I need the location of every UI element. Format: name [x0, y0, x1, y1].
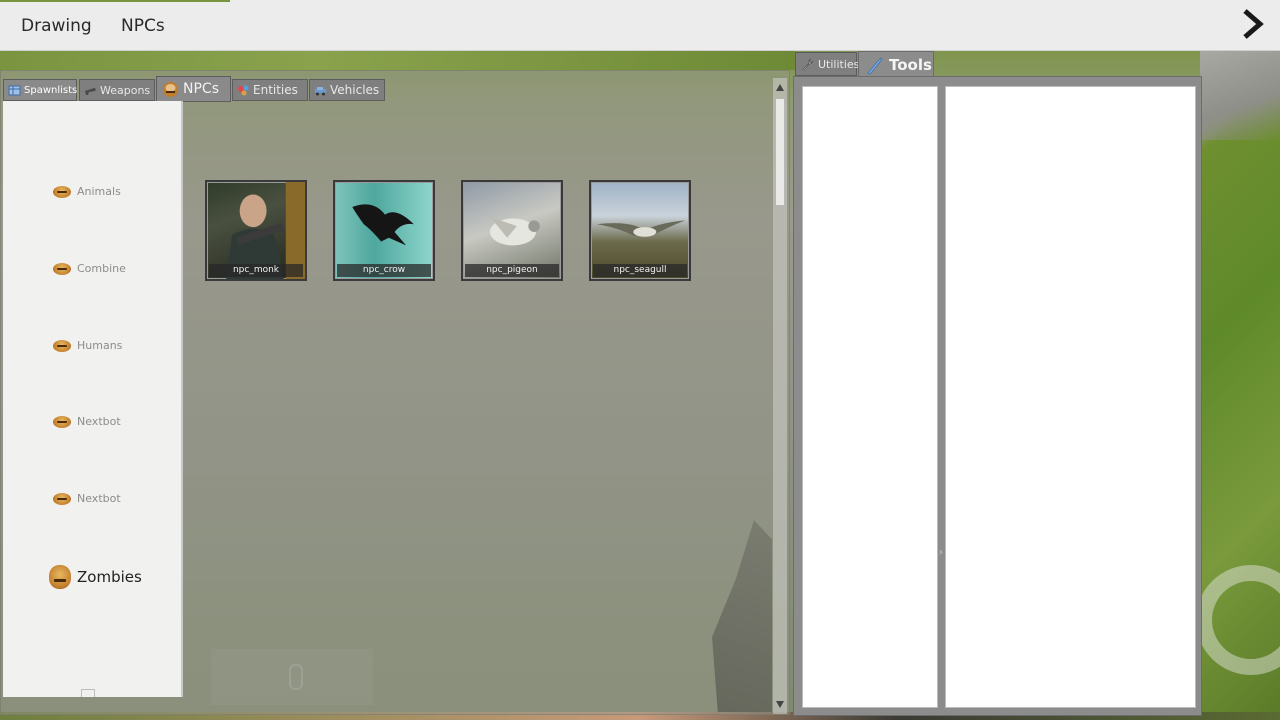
tool-panel: Utilities Tools › — [793, 51, 1202, 716]
tool-body: › — [793, 76, 1202, 716]
tab-vehicles[interactable]: Vehicles — [309, 79, 385, 101]
scroll-thumb[interactable] — [775, 98, 785, 206]
npc-face-icon — [163, 82, 178, 97]
category-item-nextbot-2[interactable]: Nextbot — [53, 492, 121, 505]
npc-icon-crow[interactable]: npc_crow — [333, 180, 435, 281]
category-label: Combine — [77, 262, 126, 275]
npc-icon-grid: npc_monk npc_crow npc_pigeon npc_seagull — [185, 101, 765, 711]
npc-face-icon — [49, 565, 71, 589]
menu-accent-line — [0, 0, 230, 2]
tab-entities[interactable]: Entities — [232, 79, 308, 101]
menu-item-npcs[interactable]: NPCs — [121, 16, 165, 36]
npc-icon-seagull[interactable]: npc_seagull — [589, 180, 691, 281]
wrench-icon — [802, 58, 814, 71]
tab-label: Weapons — [100, 83, 151, 97]
menu-item-drawing[interactable]: Drawing — [21, 16, 92, 36]
ghost-icon — [289, 664, 303, 690]
category-item-humans[interactable]: Humans — [53, 339, 122, 352]
category-label: Nextbot — [77, 492, 121, 505]
tab-label: Vehicles — [330, 83, 380, 97]
npc-label: npc_crow — [337, 264, 431, 277]
menu-bar: Drawing NPCs — [0, 0, 1280, 51]
category-item-combine[interactable]: Combine — [53, 262, 126, 275]
tab-utilities[interactable]: Utilities — [795, 52, 860, 76]
background-grass — [0, 50, 795, 70]
background-road — [1200, 50, 1280, 140]
npc-face-icon — [53, 262, 71, 275]
npc-face-icon — [53, 339, 71, 352]
npc-label: npc_monk — [209, 264, 303, 277]
category-label: Nextbot — [77, 415, 121, 428]
weapon-icon — [85, 88, 96, 95]
tool-properties[interactable] — [945, 86, 1196, 708]
category-item-nextbot[interactable]: Nextbot — [53, 415, 121, 428]
tab-label: Entities — [253, 83, 298, 97]
npc-label: npc_seagull — [593, 264, 687, 277]
npc-category-list: Animals Combine Humans Nextbot Nextbot Z… — [3, 101, 183, 697]
spawn-menu-panel: Spawnlists Weapons NPCs Entities Vehicle… — [0, 70, 790, 715]
npc-face-icon — [53, 492, 71, 505]
spawnlist-icon — [8, 85, 21, 96]
entities-icon — [238, 85, 249, 96]
category-item-animals[interactable]: Animals — [53, 185, 121, 198]
tab-label: Utilities — [818, 57, 860, 71]
tab-spawnlists[interactable]: Spawnlists — [3, 79, 77, 101]
category-label: Humans — [77, 339, 123, 352]
tab-label: Tools — [889, 55, 932, 74]
panel-divider-handle[interactable]: › — [939, 547, 943, 563]
npc-face-icon — [53, 185, 71, 198]
tab-label: NPCs — [183, 81, 219, 97]
tool-list[interactable] — [802, 86, 938, 708]
chevron-right-icon[interactable] — [1236, 7, 1270, 41]
npc-icon-pigeon[interactable]: npc_pigeon — [461, 180, 563, 281]
tab-weapons[interactable]: Weapons — [79, 79, 155, 101]
tab-tools[interactable]: Tools — [858, 51, 934, 77]
npc-face-icon — [53, 415, 71, 428]
list-expand-handle[interactable] — [81, 689, 95, 697]
faded-overlay-button — [211, 649, 373, 705]
tab-npcs[interactable]: NPCs — [156, 76, 231, 102]
vehicle-icon — [315, 87, 326, 96]
tab-label: Spawnlists — [24, 84, 78, 96]
spawn-scrollbar[interactable] — [773, 78, 787, 714]
scroll-up-icon[interactable] — [776, 84, 784, 91]
category-label: Zombies — [77, 568, 142, 586]
category-label: Animals — [77, 185, 121, 198]
npc-label: npc_pigeon — [465, 264, 559, 277]
category-item-zombies[interactable]: Zombies — [49, 565, 142, 589]
npc-icon-monk[interactable]: npc_monk — [205, 180, 307, 281]
scroll-down-icon[interactable] — [776, 701, 784, 708]
toolgun-icon — [867, 57, 883, 75]
